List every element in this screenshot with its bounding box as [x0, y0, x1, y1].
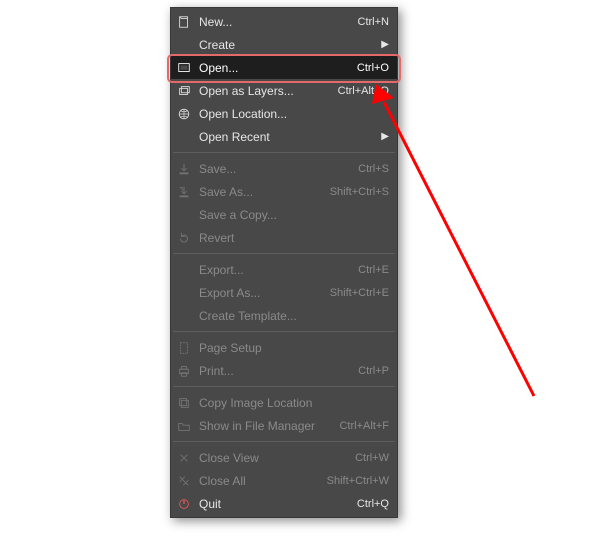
- menu-item-open[interactable]: Open... Ctrl+O: [171, 56, 397, 79]
- menu-item-label: Save a Copy...: [199, 208, 389, 222]
- menu-item-label: Open Location...: [199, 107, 389, 121]
- menu-item-shortcut: Ctrl+Alt+O: [338, 85, 389, 97]
- menu-item-shortcut: Ctrl+Alt+F: [339, 420, 389, 432]
- globe-icon: [175, 106, 193, 122]
- menu-item-shortcut: Ctrl+Q: [357, 498, 389, 510]
- menu-item-shortcut: Ctrl+P: [358, 365, 389, 377]
- file-menu[interactable]: New...Ctrl+NCreate▶Open...Ctrl+OOpen as …: [170, 7, 398, 518]
- menu-item-label: Copy Image Location: [199, 396, 389, 410]
- blank-icon: [175, 262, 193, 278]
- menu-item-create-template: Create Template...: [171, 304, 397, 327]
- blank-icon: [175, 37, 193, 53]
- chevron-right-icon: ▶: [381, 131, 389, 142]
- menu-separator: [173, 152, 395, 153]
- menu-item-shortcut: Shift+Ctrl+W: [327, 475, 389, 487]
- menu-item-page-setup: Page Setup: [171, 336, 397, 359]
- menu-item-open-as-layers[interactable]: Open as Layers... Ctrl+Alt+O: [171, 79, 397, 102]
- menu-item-label: Open Recent: [199, 130, 381, 144]
- menu-item-shortcut: Shift+Ctrl+S: [330, 186, 389, 198]
- open-icon: [175, 60, 193, 76]
- quit-icon: [175, 496, 193, 512]
- folder-icon: [175, 418, 193, 434]
- menu-item-label: Save...: [199, 162, 348, 176]
- closeall-icon: [175, 473, 193, 489]
- menu-item-print: Print... Ctrl+P: [171, 359, 397, 382]
- menu-item-label: Export...: [199, 263, 348, 277]
- page-icon: [175, 340, 193, 356]
- menu-separator: [173, 386, 395, 387]
- menu-item-label: Open...: [199, 61, 347, 75]
- menu-item-quit[interactable]: Quit Ctrl+Q: [171, 492, 397, 515]
- menu-item-label: Save As...: [199, 185, 320, 199]
- menu-item-label: Export As...: [199, 286, 320, 300]
- menu-item-shortcut: Ctrl+W: [355, 452, 389, 464]
- menu-separator: [173, 253, 395, 254]
- layers-icon: [175, 83, 193, 99]
- blank-icon: [175, 308, 193, 324]
- menu-item-label: Revert: [199, 231, 389, 245]
- menu-item-shortcut: Ctrl+S: [358, 163, 389, 175]
- menu-separator: [173, 441, 395, 442]
- chevron-right-icon: ▶: [381, 39, 389, 50]
- menu-item-shortcut: Ctrl+N: [358, 16, 389, 28]
- menu-item-revert: Revert: [171, 226, 397, 249]
- menu-item-label: Close View: [199, 451, 345, 465]
- blank-icon: [175, 129, 193, 145]
- menu-item-label: Print...: [199, 364, 348, 378]
- menu-item-label: Close All: [199, 474, 317, 488]
- menu-item-open-recent[interactable]: Open Recent▶: [171, 125, 397, 148]
- close-icon: [175, 450, 193, 466]
- menu-item-label: New...: [199, 15, 348, 29]
- menu-item-close-view: Close View Ctrl+W: [171, 446, 397, 469]
- saveas-icon: [175, 184, 193, 200]
- menu-item-close-all: Close All Shift+Ctrl+W: [171, 469, 397, 492]
- menu-item-label: Quit: [199, 497, 347, 511]
- menu-item-shortcut: Ctrl+E: [358, 264, 389, 276]
- menu-separator: [173, 331, 395, 332]
- menu-item-open-location[interactable]: Open Location...: [171, 102, 397, 125]
- revert-icon: [175, 230, 193, 246]
- menu-item-save-a-copy: Save a Copy...: [171, 203, 397, 226]
- menu-item-label: Create Template...: [199, 309, 389, 323]
- menu-item-label: Page Setup: [199, 341, 389, 355]
- menu-item-save: Save... Ctrl+S: [171, 157, 397, 180]
- menu-item-copy-image-location: Copy Image Location: [171, 391, 397, 414]
- menu-item-label: Open as Layers...: [199, 84, 328, 98]
- menu-item-export: Export... Ctrl+E: [171, 258, 397, 281]
- blank-icon: [175, 285, 193, 301]
- menu-item-label: Show in File Manager: [199, 419, 329, 433]
- new-icon: [175, 14, 193, 30]
- save-icon: [175, 161, 193, 177]
- menu-item-new[interactable]: New... Ctrl+N: [171, 10, 397, 33]
- menu-item-shortcut: Shift+Ctrl+E: [330, 287, 389, 299]
- menu-item-save-as: Save As... Shift+Ctrl+S: [171, 180, 397, 203]
- menu-item-show-in-file-manager: Show in File Manager Ctrl+Alt+F: [171, 414, 397, 437]
- menu-item-shortcut: Ctrl+O: [357, 62, 389, 74]
- blank-icon: [175, 207, 193, 223]
- menu-item-export-as: Export As... Shift+Ctrl+E: [171, 281, 397, 304]
- menu-item-label: Create: [199, 38, 381, 52]
- print-icon: [175, 363, 193, 379]
- menu-item-create[interactable]: Create▶: [171, 33, 397, 56]
- copyloc-icon: [175, 395, 193, 411]
